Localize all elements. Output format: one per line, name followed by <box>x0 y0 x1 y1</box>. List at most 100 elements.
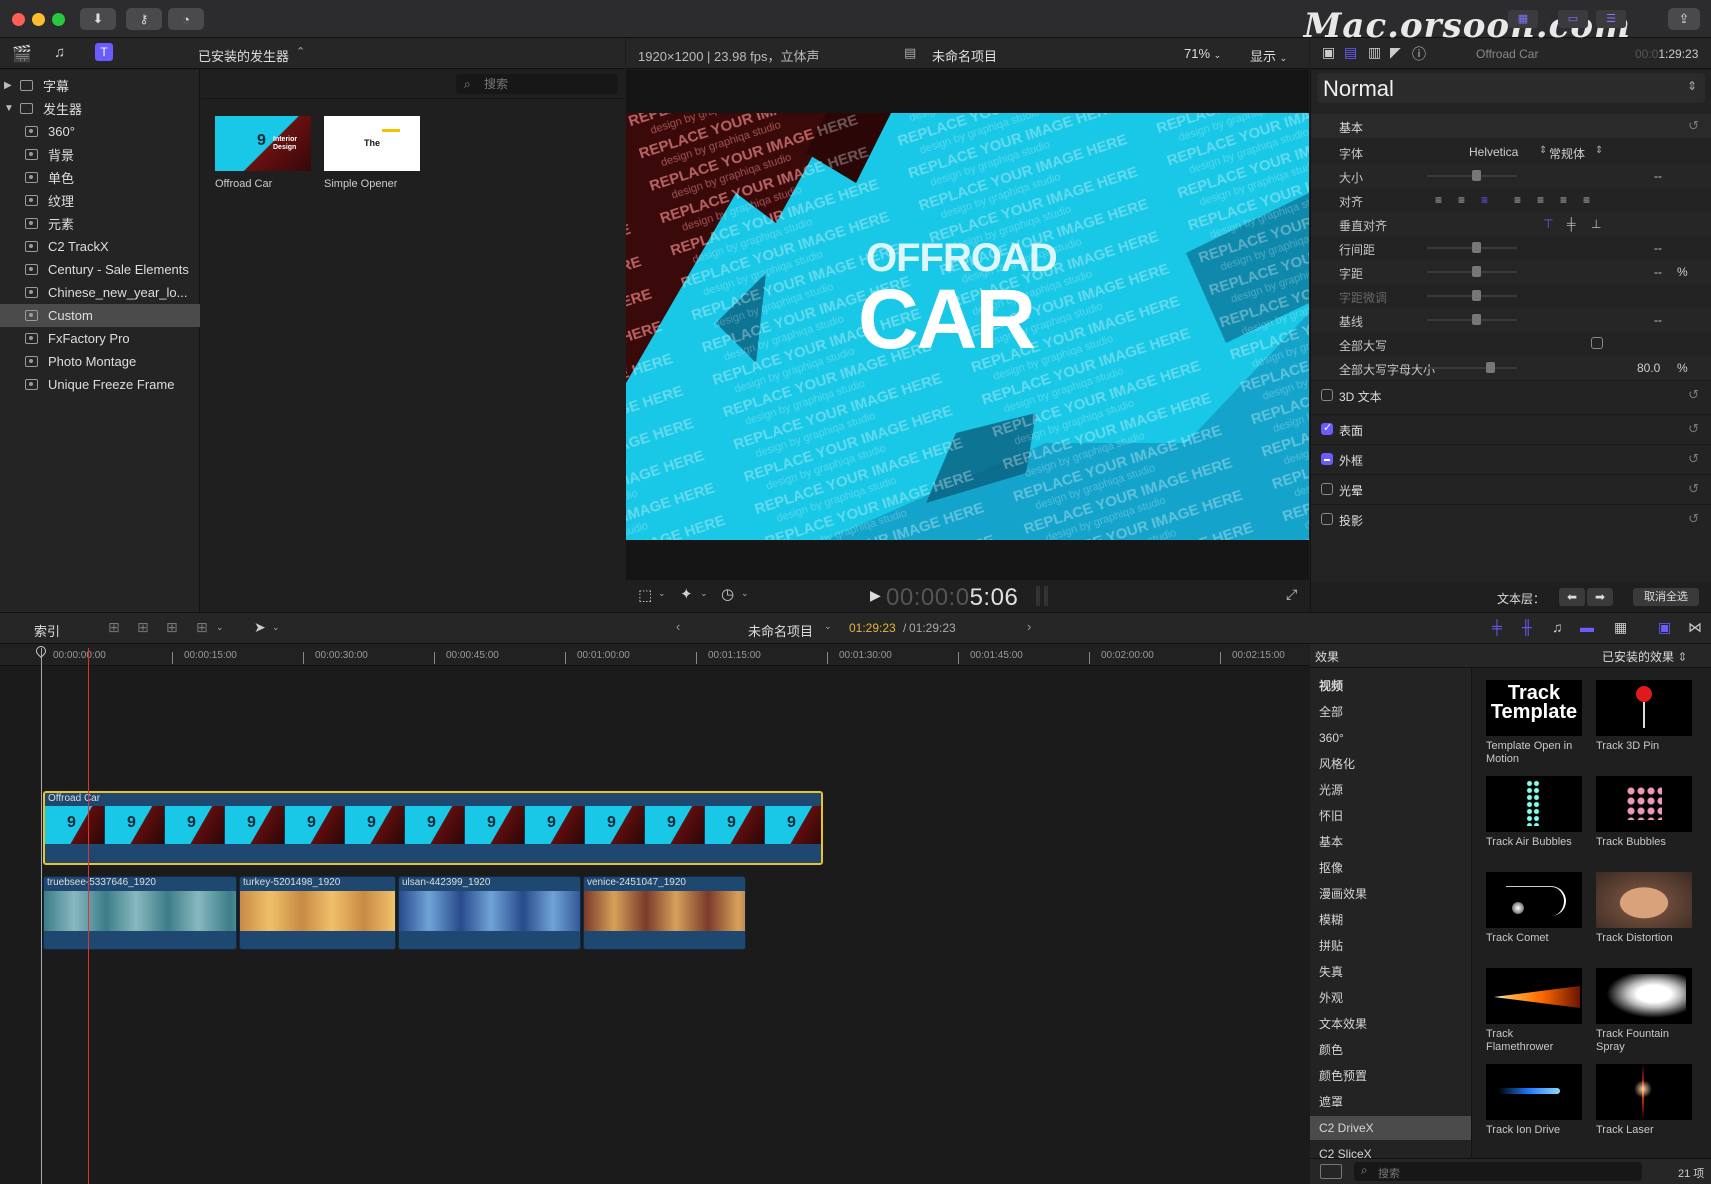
inspector-section[interactable]: 3D 文本 ↺ <box>1311 380 1711 408</box>
sidebar-item[interactable]: C2 TrackX <box>0 235 200 258</box>
all-caps-checkbox[interactable] <box>1591 337 1603 349</box>
chevron-updown-icon[interactable]: ⇕ <box>1539 145 1547 156</box>
chevron-updown-icon[interactable]: ⇕ <box>1595 145 1603 156</box>
effects-category[interactable]: 颜色预置 <box>1310 1064 1471 1088</box>
generators-search-input[interactable]: ⌕ 搜索 <box>456 74 618 94</box>
effects-category[interactable]: 风格化 <box>1310 752 1471 776</box>
transitions-browser-icon[interactable]: ⋈ <box>1688 619 1702 636</box>
align-right-icon[interactable]: ≡ <box>1481 193 1488 207</box>
inspector-value[interactable]: 80.0 <box>1637 361 1660 375</box>
video-clip[interactable]: truebsee-5337646_1920 <box>43 876 237 950</box>
solo-icon[interactable]: ▬ <box>1580 619 1594 635</box>
text-inspector-icon[interactable]: ▤ <box>1344 44 1357 61</box>
inspector-value[interactable]: -- <box>1654 169 1662 183</box>
audio-skimming-icon[interactable]: ╫ <box>1522 619 1532 635</box>
justify-left-icon[interactable]: ≡ <box>1514 193 1521 207</box>
section-checkbox[interactable] <box>1321 513 1333 525</box>
timeline-tracks[interactable]: Offroad Car 9 9 9 9 9 9 9 9 9 9 9 9 9 truebsee-53376… <box>0 666 1310 1184</box>
chevron-down-icon[interactable]: ⌄ <box>824 621 832 632</box>
inspector-value[interactable]: -- <box>1654 241 1662 255</box>
effects-category[interactable]: 基本 <box>1310 830 1471 854</box>
minimize-window-button[interactable] <box>32 13 45 26</box>
effects-category[interactable]: 外观 <box>1310 986 1471 1010</box>
inspector-value[interactable]: -- <box>1654 265 1662 279</box>
browser-toggle-icon[interactable]: ▦ <box>1508 10 1538 28</box>
disclosure-open-icon[interactable]: ▼ <box>4 103 14 114</box>
titles-generators-icon[interactable]: T <box>95 43 113 61</box>
effects-category[interactable]: 全部 <box>1310 700 1471 724</box>
inspector-section[interactable]: 表面 ↺ <box>1311 414 1711 442</box>
next-layer-button[interactable]: ➡ <box>1587 588 1613 606</box>
generator-simple-opener[interactable]: The Simple Opener <box>324 116 420 196</box>
section-checkbox[interactable] <box>1321 389 1333 401</box>
slider-knob[interactable] <box>1472 170 1481 181</box>
sidebar-item[interactable]: Chinese_new_year_lo... <box>0 281 200 304</box>
sidebar-group[interactable]: ▶ 字幕 <box>0 74 200 97</box>
chevron-updown-icon[interactable]: ⌃ <box>296 45 305 58</box>
enhance-wand-icon[interactable]: ✦ <box>680 585 693 603</box>
disclosure-closed-icon[interactable]: ▶ <box>4 80 14 91</box>
reset-icon[interactable]: ↺ <box>1688 387 1699 403</box>
overwrite-clip-icon[interactable]: ⊞ <box>196 619 208 636</box>
value-slider[interactable] <box>1427 367 1517 369</box>
effects-category[interactable]: 抠像 <box>1310 856 1471 880</box>
effects-category[interactable]: C2 DriveX <box>1310 1116 1471 1140</box>
effect-item[interactable]: Track Distortion <box>1583 856 1692 946</box>
sidebar-item[interactable]: 背景 <box>0 143 200 166</box>
sidebar-item[interactable]: 元素 <box>0 212 200 235</box>
sidebar-item[interactable]: Century - Sale Elements <box>0 258 200 281</box>
background-tasks-button[interactable]: ◔ <box>168 8 204 30</box>
effects-category[interactable]: 光源 <box>1310 778 1471 802</box>
align-left-icon[interactable]: ≡ <box>1435 193 1442 207</box>
connect-clip-icon[interactable]: ⊞ <box>108 619 120 636</box>
generators-header-label[interactable]: 已安装的发生器 <box>198 46 289 65</box>
valign-middle-icon[interactable]: ╪ <box>1567 217 1576 231</box>
timeline-ruler[interactable]: 00:00:00:00 00:00:15:00 00:00:30:00 00:00:4… <box>0 643 1310 666</box>
list-view-icon[interactable] <box>1320 1164 1342 1179</box>
effects-category[interactable]: 文本效果 <box>1310 1012 1471 1036</box>
reset-icon[interactable]: ↺ <box>1688 421 1699 437</box>
align-center-icon[interactable]: ≡ <box>1458 193 1465 207</box>
deselect-all-button[interactable]: 取消全选 <box>1633 588 1699 606</box>
reset-icon[interactable]: ↺ <box>1688 451 1699 467</box>
video-clip[interactable]: ulsan-442399_1920 <box>398 876 581 950</box>
inspector-toggle-icon[interactable]: ☰ <box>1596 10 1626 28</box>
forward-arrow-icon[interactable]: › <box>1027 619 1031 634</box>
import-button[interactable]: ⬇ <box>80 8 116 30</box>
fullscreen-icon[interactable]: ⤢ <box>1286 586 1297 603</box>
zoom-window-button[interactable] <box>52 13 65 26</box>
effects-category[interactable]: 失真 <box>1310 960 1471 984</box>
slider-knob[interactable] <box>1472 266 1481 277</box>
photos-audio-icon[interactable]: ♫ <box>54 44 65 61</box>
chevron-down-icon[interactable]: ⌄ <box>741 588 749 599</box>
section-basic-header[interactable]: 基本 ↺ <box>1311 114 1711 138</box>
inspector-value[interactable]: 常规体 <box>1549 145 1585 162</box>
slider-knob[interactable] <box>1472 290 1481 301</box>
effect-item[interactable]: Track Ion Drive <box>1473 1048 1582 1138</box>
sidebar-item[interactable]: Photo Montage <box>0 350 200 373</box>
chevron-down-icon[interactable]: ⌄ <box>658 588 666 599</box>
index-button[interactable]: 索引 <box>34 621 60 640</box>
prev-layer-button[interactable]: ⬅ <box>1559 588 1585 606</box>
chevron-down-icon[interactable]: ⌄ <box>700 588 708 599</box>
sidebar-item[interactable]: FxFactory Pro <box>0 327 200 350</box>
reset-icon[interactable]: ↺ <box>1688 511 1699 527</box>
section-checkbox[interactable] <box>1321 453 1333 465</box>
clip-appearance-icon[interactable]: ▦ <box>1614 619 1627 636</box>
video-clip[interactable]: turkey-5201498_1920 <box>239 876 396 950</box>
zoom-menu[interactable]: 71% ⌄ <box>1184 46 1221 61</box>
effects-category[interactable]: 模糊 <box>1310 908 1471 932</box>
film-inspector-icon[interactable]: ▥ <box>1368 44 1381 61</box>
effects-category[interactable]: 拼贴 <box>1310 934 1471 958</box>
video-clip[interactable]: venice-2451047_1920 <box>583 876 746 950</box>
insert-clip-icon[interactable]: ⊞ <box>137 619 149 636</box>
title-clip[interactable]: Offroad Car 9 9 9 9 9 9 9 9 9 9 9 9 9 <box>43 791 823 865</box>
section-checkbox[interactable] <box>1321 483 1333 495</box>
valign-bottom-icon[interactable]: ⊥ <box>1591 217 1601 231</box>
skimming-icon[interactable]: ╪ <box>1492 619 1502 635</box>
effect-item[interactable]: Track Flamethrower <box>1473 952 1582 1053</box>
display-menu[interactable]: 显示 ⌄ <box>1250 46 1287 65</box>
justify-right-icon[interactable]: ≡ <box>1560 193 1567 207</box>
valign-top-icon[interactable]: ⊤ <box>1543 217 1553 231</box>
effects-category[interactable]: 视频 <box>1310 674 1471 698</box>
